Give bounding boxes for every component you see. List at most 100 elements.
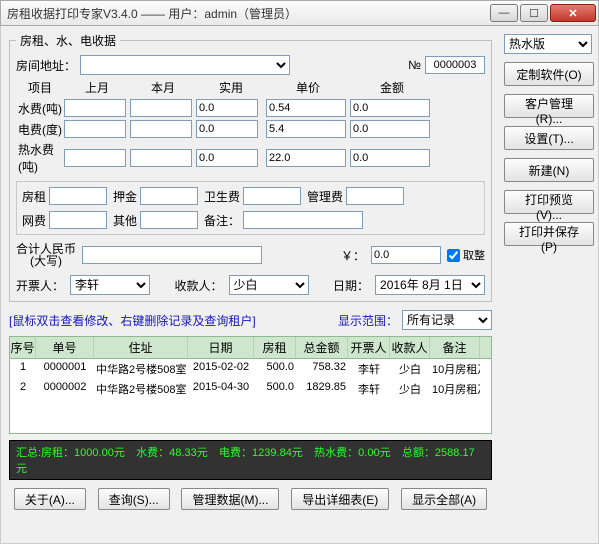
col-curr: 本月: [130, 79, 196, 96]
rent-field[interactable]: [49, 187, 107, 205]
customer-manage-button[interactable]: 客户管理(R)...: [504, 94, 594, 118]
row-hotw: 热水费(吨): [16, 141, 485, 175]
sum-rent: 汇总:房租：1000.00元: [16, 447, 125, 459]
round-checkbox[interactable]: 取整: [447, 247, 485, 263]
number-label: №: [408, 58, 421, 72]
window-title: 房租收据打印专家V3.4.0 —— 用户：admin（管理员）: [7, 5, 488, 22]
th-addr: 住址: [94, 337, 188, 358]
td-date: 2015-02-02: [188, 359, 254, 379]
round-check-input[interactable]: [447, 249, 460, 262]
deposit-field[interactable]: [140, 187, 198, 205]
number-field[interactable]: [425, 56, 485, 74]
td-remark: 10月房租及9月水电: [430, 359, 480, 379]
col-amount: 金额: [350, 79, 434, 96]
yen-label: ￥：: [341, 247, 365, 264]
new-button[interactable]: 新建(N): [504, 158, 594, 182]
td-no: 1: [10, 359, 36, 379]
td-biller: 李轩: [348, 359, 390, 379]
elec-label: 电费(度): [16, 121, 64, 138]
net-field[interactable]: [49, 211, 107, 229]
th-no: 序号: [10, 337, 36, 358]
window-titlebar: 房租收据打印专家V3.4.0 —— 用户：admin（管理员） — ☐ ✕: [0, 0, 599, 26]
manage-field[interactable]: [346, 187, 404, 205]
range-label: 显示范围：: [338, 312, 398, 329]
td-rent: 500.0: [254, 359, 296, 379]
print-preview-button[interactable]: 打印预览(V)...: [504, 190, 594, 214]
hotw-label: 热水费(吨): [16, 141, 64, 175]
water-price[interactable]: [266, 99, 346, 117]
elec-amount[interactable]: [350, 120, 430, 138]
water-last[interactable]: [64, 99, 126, 117]
date-label: 日期：: [333, 277, 369, 294]
td-payee: 少白: [390, 379, 430, 399]
export-button[interactable]: 导出详细表(E): [291, 488, 389, 510]
room-addr-label: 房间地址：: [16, 57, 76, 74]
other-field[interactable]: [140, 211, 198, 229]
close-button[interactable]: ✕: [550, 4, 596, 22]
col-used: 实用: [196, 79, 266, 96]
th-rent: 房租: [254, 337, 296, 358]
biller-select[interactable]: 李轩: [70, 275, 150, 295]
biller-label: 开票人：: [16, 277, 64, 294]
show-all-button[interactable]: 显示全部(A): [401, 488, 487, 510]
total-label: 合计人民币 (大写): [16, 243, 76, 267]
td-code: 0000002: [36, 379, 94, 399]
range-select[interactable]: 所有记录: [402, 310, 492, 330]
hotw-used[interactable]: [196, 149, 258, 167]
td-addr: 中华路2号楼508室: [94, 379, 188, 399]
manage-label: 管理费: [307, 188, 343, 205]
water-used[interactable]: [196, 99, 258, 117]
td-total: 1829.85: [296, 379, 348, 399]
td-code: 0000001: [36, 359, 94, 379]
custom-software-button[interactable]: 定制软件(O): [504, 62, 594, 86]
remark-label: 备注：: [204, 212, 240, 229]
rent-label: 房租: [22, 188, 46, 205]
remark-field[interactable]: [243, 211, 363, 229]
room-addr-select[interactable]: [80, 55, 290, 75]
print-save-button[interactable]: 打印并保存(P): [504, 222, 594, 246]
water-curr[interactable]: [130, 99, 192, 117]
records-hint: [鼠标双击查看修改、右键删除记录及查询租户]: [9, 312, 256, 329]
sanit-field[interactable]: [243, 187, 301, 205]
settings-button[interactable]: 设置(T)...: [504, 126, 594, 150]
groupbox-legend: 房租、水、电收据: [16, 32, 120, 49]
total-upper-field[interactable]: [82, 246, 262, 264]
td-payee: 少白: [390, 359, 430, 379]
payee-label: 收款人：: [175, 277, 223, 294]
th-payee: 收款人: [390, 337, 430, 358]
other-label: 其他: [113, 212, 137, 229]
hotw-price[interactable]: [266, 149, 346, 167]
table-row[interactable]: 10000001中华路2号楼508室2015-02-02500.0758.32李…: [10, 359, 491, 379]
minimize-button[interactable]: —: [490, 4, 518, 22]
manage-data-button[interactable]: 管理数据(M)...: [181, 488, 279, 510]
elec-used[interactable]: [196, 120, 258, 138]
elec-last[interactable]: [64, 120, 126, 138]
total-field[interactable]: [371, 246, 441, 264]
table-header: 序号 单号 住址 日期 房租 总金额 开票人 收款人 备注: [10, 337, 491, 359]
water-amount[interactable]: [350, 99, 430, 117]
td-rent: 500.0: [254, 379, 296, 399]
table-row[interactable]: 20000002中华路2号楼508室2015-04-30500.01829.85…: [10, 379, 491, 399]
th-biller: 开票人: [348, 337, 390, 358]
query-button[interactable]: 查询(S)...: [98, 488, 170, 510]
hotw-curr[interactable]: [130, 149, 192, 167]
about-button[interactable]: 关于(A)...: [14, 488, 86, 510]
th-date: 日期: [188, 337, 254, 358]
sanit-label: 卫生费: [204, 188, 240, 205]
payee-select[interactable]: 少白: [229, 275, 309, 295]
summary-bar: 汇总:房租：1000.00元 水费：48.33元 电费：1239.84元 热水费…: [9, 440, 492, 480]
side-panel: 热水版 定制软件(O) 客户管理(R)... 设置(T)... 新建(N) 打印…: [498, 26, 598, 543]
deposit-label: 押金: [113, 188, 137, 205]
hotw-amount[interactable]: [350, 149, 430, 167]
date-select[interactable]: 2016年 8月 1日: [375, 275, 485, 295]
elec-curr[interactable]: [130, 120, 192, 138]
records-table[interactable]: 序号 单号 住址 日期 房租 总金额 开票人 收款人 备注 10000001中华…: [9, 336, 492, 434]
col-price: 单价: [266, 79, 350, 96]
elec-price[interactable]: [266, 120, 346, 138]
hotw-last[interactable]: [64, 149, 126, 167]
sum-elec: 电费：1239.84元: [219, 447, 303, 459]
td-addr: 中华路2号楼508室: [94, 359, 188, 379]
td-date: 2015-04-30: [188, 379, 254, 399]
maximize-button[interactable]: ☐: [520, 4, 548, 22]
template-select[interactable]: 热水版: [504, 34, 592, 54]
